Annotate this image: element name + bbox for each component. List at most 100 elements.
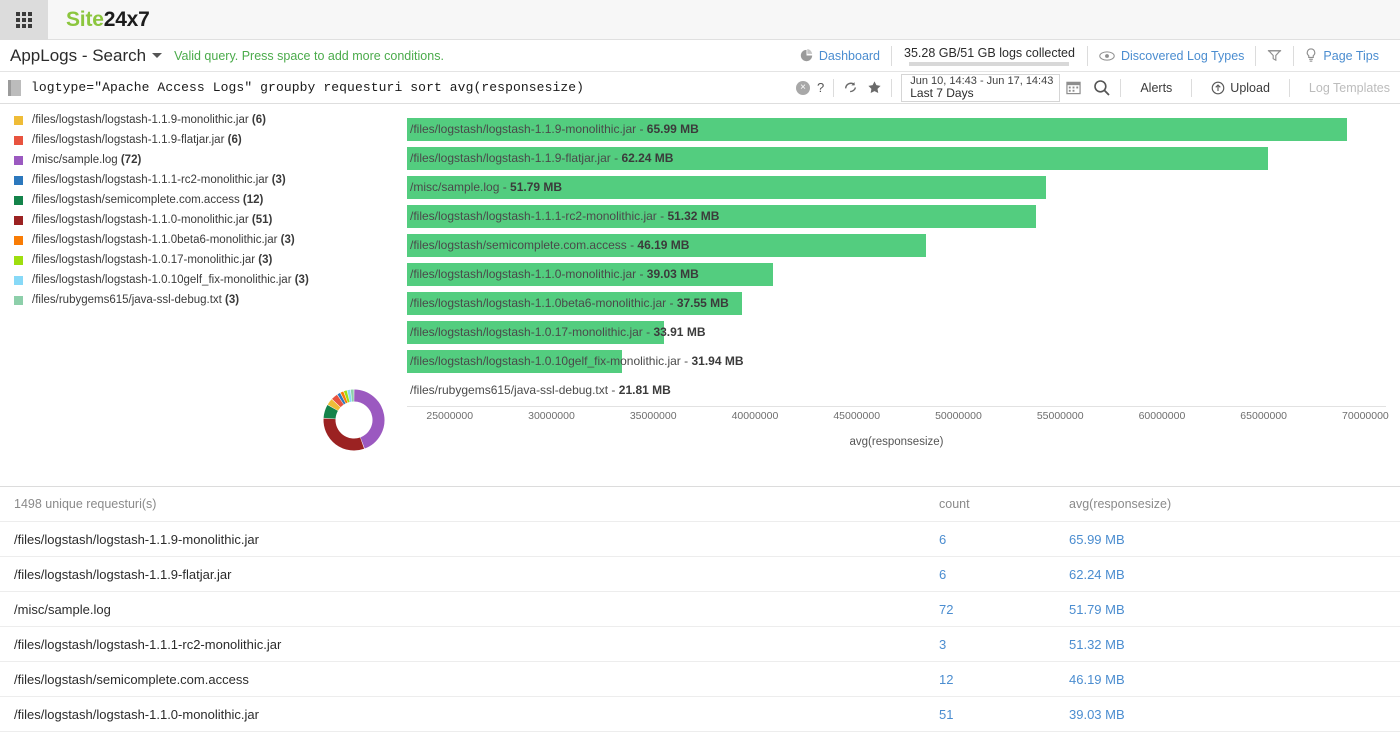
legend-item[interactable]: /files/logstash/semicomplete.com.access … (14, 190, 314, 210)
cell-avg-responsesize[interactable]: 65.99 MB (1069, 532, 1400, 547)
donut-slice[interactable] (343, 397, 345, 398)
favorite-star-icon[interactable] (867, 80, 882, 95)
legend-item-label: /misc/sample.log (72) (32, 154, 141, 166)
divider (833, 79, 834, 97)
donut-slice[interactable] (330, 408, 333, 418)
bar-row[interactable]: /files/logstash/logstash-1.1.9-monolithi… (407, 118, 1386, 147)
cell-count[interactable]: 3 (939, 637, 1069, 652)
filter-settings-button[interactable] (1256, 46, 1293, 66)
search-icon[interactable] (1093, 79, 1111, 97)
bar-label: /files/logstash/logstash-1.1.0-monolithi… (410, 263, 699, 286)
legend-item-count: (3) (281, 234, 295, 246)
cell-avg-responsesize[interactable]: 39.03 MB (1069, 707, 1400, 722)
calendar-icon[interactable] (1066, 80, 1081, 95)
donut-slice[interactable] (333, 403, 336, 407)
share-query-icon[interactable] (843, 80, 859, 95)
cell-count[interactable]: 6 (939, 567, 1069, 582)
legend-item[interactable]: /files/logstash/logstash-1.1.9-monolithi… (14, 110, 314, 130)
logs-collected-label: 35.28 GB/51 GB logs collected (904, 46, 1075, 60)
search-query-input[interactable]: logtype="Apache Access Logs" groupby req… (31, 80, 584, 95)
log-document-icon[interactable] (8, 80, 21, 96)
table-row[interactable]: /files/logstash/logstash-1.1.1-rc2-monol… (0, 627, 1400, 662)
legend-item[interactable]: /files/logstash/logstash-1.0.10gelf_fix-… (14, 270, 314, 290)
page-bar: AppLogs - Search Valid query. Press spac… (0, 40, 1400, 72)
bar-row[interactable]: /files/logstash/logstash-1.1.1-rc2-monol… (407, 205, 1386, 234)
bar-row[interactable]: /misc/sample.log - 51.79 MB (407, 176, 1386, 205)
page-title-dropdown-caret-icon[interactable] (152, 53, 162, 58)
table-row[interactable]: /files/logstash/semicomplete.com.access1… (0, 662, 1400, 697)
legend-item[interactable]: /files/logstash/logstash-1.1.0-monolithi… (14, 210, 314, 230)
cell-avg-responsesize[interactable]: 46.19 MB (1069, 672, 1400, 687)
discovered-log-types-label: Discovered Log Types (1121, 49, 1244, 63)
cell-avg-responsesize[interactable]: 51.79 MB (1069, 602, 1400, 617)
bar-row[interactable]: /files/logstash/logstash-1.0.17-monolith… (407, 321, 1386, 350)
horizontal-bar-chart: /files/logstash/logstash-1.1.9-monolithi… (407, 118, 1386, 408)
legend-item[interactable]: /misc/sample.log (72) (14, 150, 314, 170)
bar-label: /misc/sample.log - 51.79 MB (410, 176, 562, 199)
donut-slice[interactable] (330, 419, 363, 445)
cell-requesturi: /misc/sample.log (14, 602, 939, 617)
bar-row[interactable]: /files/logstash/logstash-1.1.0-monolithi… (407, 263, 1386, 292)
discovered-log-types-link[interactable]: Discovered Log Types (1088, 46, 1255, 66)
legend-item[interactable]: /files/rubygems615/java-ssl-debug.txt (3… (14, 290, 314, 310)
cell-avg-responsesize[interactable]: 51.32 MB (1069, 637, 1400, 652)
bar-row[interactable]: /files/logstash/semicomplete.com.access … (407, 234, 1386, 263)
cell-count[interactable]: 51 (939, 707, 1069, 722)
cell-avg-responsesize[interactable]: 62.24 MB (1069, 567, 1400, 582)
bar-row[interactable]: /files/logstash/logstash-1.0.10gelf_fix-… (407, 350, 1386, 379)
legend-item-label: /files/logstash/logstash-1.0.17-monolith… (32, 254, 272, 266)
x-axis-ticks: 2500000030000000350000004000000045000000… (407, 410, 1400, 426)
table-body: /files/logstash/logstash-1.1.9-monolithi… (0, 522, 1400, 732)
cell-count[interactable]: 6 (939, 532, 1069, 547)
page-title: AppLogs - Search (10, 46, 146, 66)
x-axis-tick-label: 70000000 (1342, 410, 1389, 422)
bar-value-label: 37.55 MB (677, 296, 729, 310)
bar-label: /files/logstash/logstash-1.0.10gelf_fix-… (410, 350, 744, 373)
x-axis-tick-label: 55000000 (1037, 410, 1084, 422)
bar-value-label: 21.81 MB (619, 383, 671, 397)
upload-label: Upload (1230, 81, 1270, 95)
bar-row[interactable]: /files/rubygems615/java-ssl-debug.txt - … (407, 379, 1386, 408)
bar-value-label: 51.32 MB (667, 209, 719, 223)
date-range-picker[interactable]: Jun 10, 14:43 - Jun 17, 14:43 Last 7 Day… (901, 74, 1060, 102)
legend-color-swatch (14, 176, 23, 185)
legend-item-count: (3) (272, 174, 286, 186)
legend-item-label: /files/logstash/logstash-1.1.0beta6-mono… (32, 234, 295, 246)
dashboard-link[interactable]: Dashboard (789, 46, 891, 66)
table-row[interactable]: /misc/sample.log7251.79 MB (0, 592, 1400, 627)
dashboard-label: Dashboard (819, 49, 880, 63)
logo-num-text: 24x7 (104, 8, 150, 31)
legend-item[interactable]: /files/logstash/logstash-1.1.0beta6-mono… (14, 230, 314, 250)
table-row[interactable]: /files/logstash/logstash-1.1.0-monolithi… (0, 697, 1400, 732)
cell-count[interactable]: 72 (939, 602, 1069, 617)
alerts-button[interactable]: Alerts (1130, 81, 1182, 95)
legend-item[interactable]: /files/logstash/logstash-1.1.9-flatjar.j… (14, 130, 314, 150)
table-row[interactable]: /files/logstash/logstash-1.1.9-monolithi… (0, 522, 1400, 557)
app-launcher-button[interactable] (0, 0, 48, 40)
donut-slice[interactable] (346, 396, 348, 397)
bar-row[interactable]: /files/logstash/logstash-1.1.9-flatjar.j… (407, 147, 1386, 176)
site24x7-logo[interactable]: Site24x7 (66, 8, 150, 32)
table-row[interactable]: /files/logstash/logstash-1.1.9-flatjar.j… (0, 557, 1400, 592)
donut-slice[interactable] (336, 400, 340, 403)
clear-query-button[interactable]: × (796, 81, 810, 95)
divider (1120, 79, 1121, 97)
logs-collected-progress-track (909, 62, 1069, 66)
legend-item-count: (51) (252, 214, 272, 226)
legend-item[interactable]: /files/logstash/logstash-1.1.1-rc2-monol… (14, 170, 314, 190)
pie-chart-icon (800, 49, 813, 62)
cell-requesturi: /files/logstash/logstash-1.1.9-flatjar.j… (14, 567, 939, 582)
bar-label: /files/logstash/logstash-1.1.0beta6-mono… (410, 292, 729, 315)
upload-button[interactable]: Upload (1201, 81, 1280, 95)
donut-slice[interactable] (354, 396, 378, 443)
x-axis-tick-label: 60000000 (1139, 410, 1186, 422)
legend-item-label: /files/rubygems615/java-ssl-debug.txt (3… (32, 294, 239, 306)
upload-arrow-icon (1211, 81, 1225, 95)
cell-count[interactable]: 12 (939, 672, 1069, 687)
log-templates-button[interactable]: Log Templates (1299, 81, 1400, 95)
bar-row[interactable]: /files/logstash/logstash-1.1.0beta6-mono… (407, 292, 1386, 321)
query-help-icon[interactable]: ? (817, 80, 824, 95)
donut-slice[interactable] (341, 398, 343, 399)
legend-item[interactable]: /files/logstash/logstash-1.0.17-monolith… (14, 250, 314, 270)
page-tips-link[interactable]: Page Tips (1294, 46, 1390, 66)
